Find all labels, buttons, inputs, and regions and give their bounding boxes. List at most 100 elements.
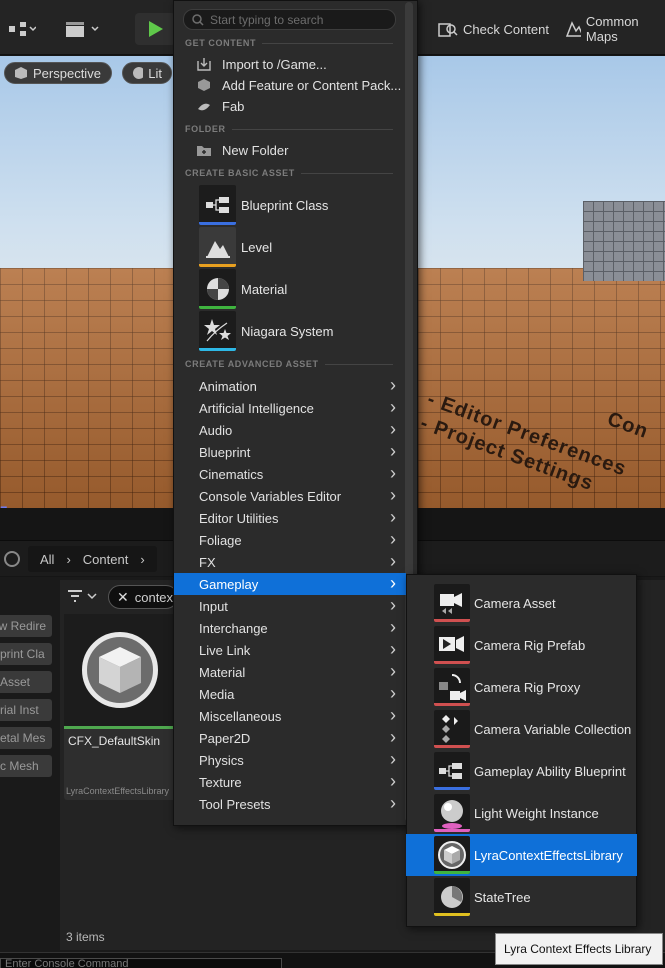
filter-chip[interactable]: print Cla [0,643,52,665]
category-interchange[interactable]: Interchange › [174,617,406,639]
blueprint-class-menu-item[interactable]: Blueprint Class [199,185,399,225]
category-tool-presets[interactable]: Tool Presets › [174,793,406,815]
category-gameplay[interactable]: Gameplay › [174,573,406,595]
perspective-button[interactable]: Perspective [4,62,112,84]
play-button[interactable] [135,13,175,45]
filter-chip[interactable]: c Mesh [0,755,52,777]
filter-chip[interactable]: Asset [0,671,52,693]
console-input[interactable]: Enter Console Command [0,958,282,968]
asset-type: LyraContextEffectsLibrary [66,786,170,796]
asset-color-bar [434,829,470,832]
blueprint-dropdown-button[interactable] [2,13,42,45]
viewport-wall [583,201,665,281]
category-label: Editor Utilities [199,510,279,526]
category-paper2d[interactable]: Paper2D › [174,727,406,749]
filter-chip[interactable]: etal Mes [0,727,52,749]
play-icon [149,21,163,37]
category-material[interactable]: Material › [174,661,406,683]
gameplay-item-label: StateTree [474,889,531,905]
lit-button[interactable]: Lit [122,62,172,84]
category-label: Input [199,598,228,614]
category-media[interactable]: Media › [174,683,406,705]
section-label: FOLDER [185,124,226,134]
category-console-variables-editor[interactable]: Console Variables Editor › [174,485,406,507]
perspective-label: Perspective [33,65,101,81]
fab-label: Fab [222,98,245,114]
map-icon [566,21,581,37]
chevron-right-icon: › [140,551,145,567]
category-label: Console Variables Editor [199,488,342,504]
blueprint-class-label: Blueprint Class [241,197,329,213]
import-menu-item[interactable]: Import to /Game... [196,54,327,74]
category-label: Paper2D [199,730,251,746]
breadcrumb-content[interactable]: Content [83,552,129,567]
gameplay-item-statetree[interactable]: StateTree [406,876,637,918]
cube-icon [82,632,158,708]
cube-icon [434,836,470,874]
category-animation[interactable]: Animation › [174,375,406,397]
chevron-right-icon: › [390,441,396,461]
filter-icon [68,590,97,602]
gameplay-item-label: Light Weight Instance [474,805,599,821]
filter-chip[interactable]: w Redire [0,615,52,637]
category-foliage[interactable]: Foliage › [174,529,406,551]
asset-thumbnail [64,614,176,726]
chevron-right-icon: › [390,529,396,549]
asset-color-bar [434,787,470,790]
breadcrumb-all[interactable]: All [40,552,54,567]
fab-menu-item[interactable]: Fab [196,96,244,116]
gameplay-item-camera-asset[interactable]: Camera Asset [406,582,637,624]
category-audio[interactable]: Audio › [174,419,406,441]
category-input[interactable]: Input › [174,595,406,617]
chevron-right-icon: › [390,551,396,571]
gameplay-item-gameplay-ability-blueprint[interactable]: Gameplay Ability Blueprint [406,750,637,792]
gameplay-item-camera-rig-prefab[interactable]: Camera Rig Prefab [406,624,637,666]
gameplay-item-camera-variable-collection[interactable]: Camera Variable Collection [406,708,637,750]
chevron-right-icon: › [390,661,396,681]
asset-search-input[interactable]: ✕ contex [108,585,178,609]
category-label: Material [199,664,246,680]
category-miscellaneous[interactable]: Miscellaneous › [174,705,406,727]
clear-search-icon[interactable]: ✕ [117,589,129,606]
camera-rig-prefab-icon [434,626,470,664]
gameplay-item-lyracontexteffectslibrary[interactable]: LyraContextEffectsLibrary [406,834,637,876]
lit-icon [133,67,144,79]
gameplay-item-label: Camera Variable Collection [474,721,632,737]
category-editor-utilities[interactable]: Editor Utilities › [174,507,406,529]
category-blueprint[interactable]: Blueprint › [174,441,406,463]
niagara-system-menu-item[interactable]: Niagara System [199,311,399,351]
category-artificial-intelligence[interactable]: Artificial Intelligence › [174,397,406,419]
material-menu-item[interactable]: Material [199,269,399,309]
category-texture[interactable]: Texture › [174,771,406,793]
common-maps-button[interactable]: Common Maps [560,13,665,45]
category-live-link[interactable]: Live Link › [174,639,406,661]
cinematics-dropdown-button[interactable] [58,13,106,45]
category-label: Texture [199,774,242,790]
category-physics[interactable]: Physics › [174,749,406,771]
level-menu-item[interactable]: Level [199,227,399,267]
gameplay-item-label: Camera Rig Proxy [474,679,581,695]
import-label: Import to /Game... [222,56,327,72]
gameplay-item-light-weight-instance[interactable]: Light Weight Instance [406,792,637,834]
filter-button[interactable] [66,586,102,608]
add-feature-menu-item[interactable]: Add Feature or Content Pack... [196,75,401,95]
niagara-system-label: Niagara System [241,323,334,339]
history-icon[interactable] [4,551,20,567]
category-cinematics[interactable]: Cinematics › [174,463,406,485]
chevron-right-icon: › [390,397,396,417]
sphere-icon [434,794,470,832]
section-label: CREATE BASIC ASSET [185,168,295,178]
filter-chip[interactable]: rial Inst [0,699,52,721]
menu-search-input[interactable]: Start typing to search [183,9,396,30]
check-content-button[interactable]: Check Content [432,13,555,45]
lit-label: Lit [148,65,162,81]
pie-icon [434,878,470,916]
gameplay-item-camera-rig-proxy[interactable]: Camera Rig Proxy [406,666,637,708]
new-folder-icon [196,143,212,157]
category-label: Foliage [199,532,242,548]
new-folder-menu-item[interactable]: New Folder [196,140,288,160]
asset-color-bar [199,348,236,351]
asset-tile[interactable]: CFX_DefaultSkin LyraContextEffectsLibrar… [64,614,176,800]
category-fx[interactable]: FX › [174,551,406,573]
category-label: Interchange [199,620,268,636]
